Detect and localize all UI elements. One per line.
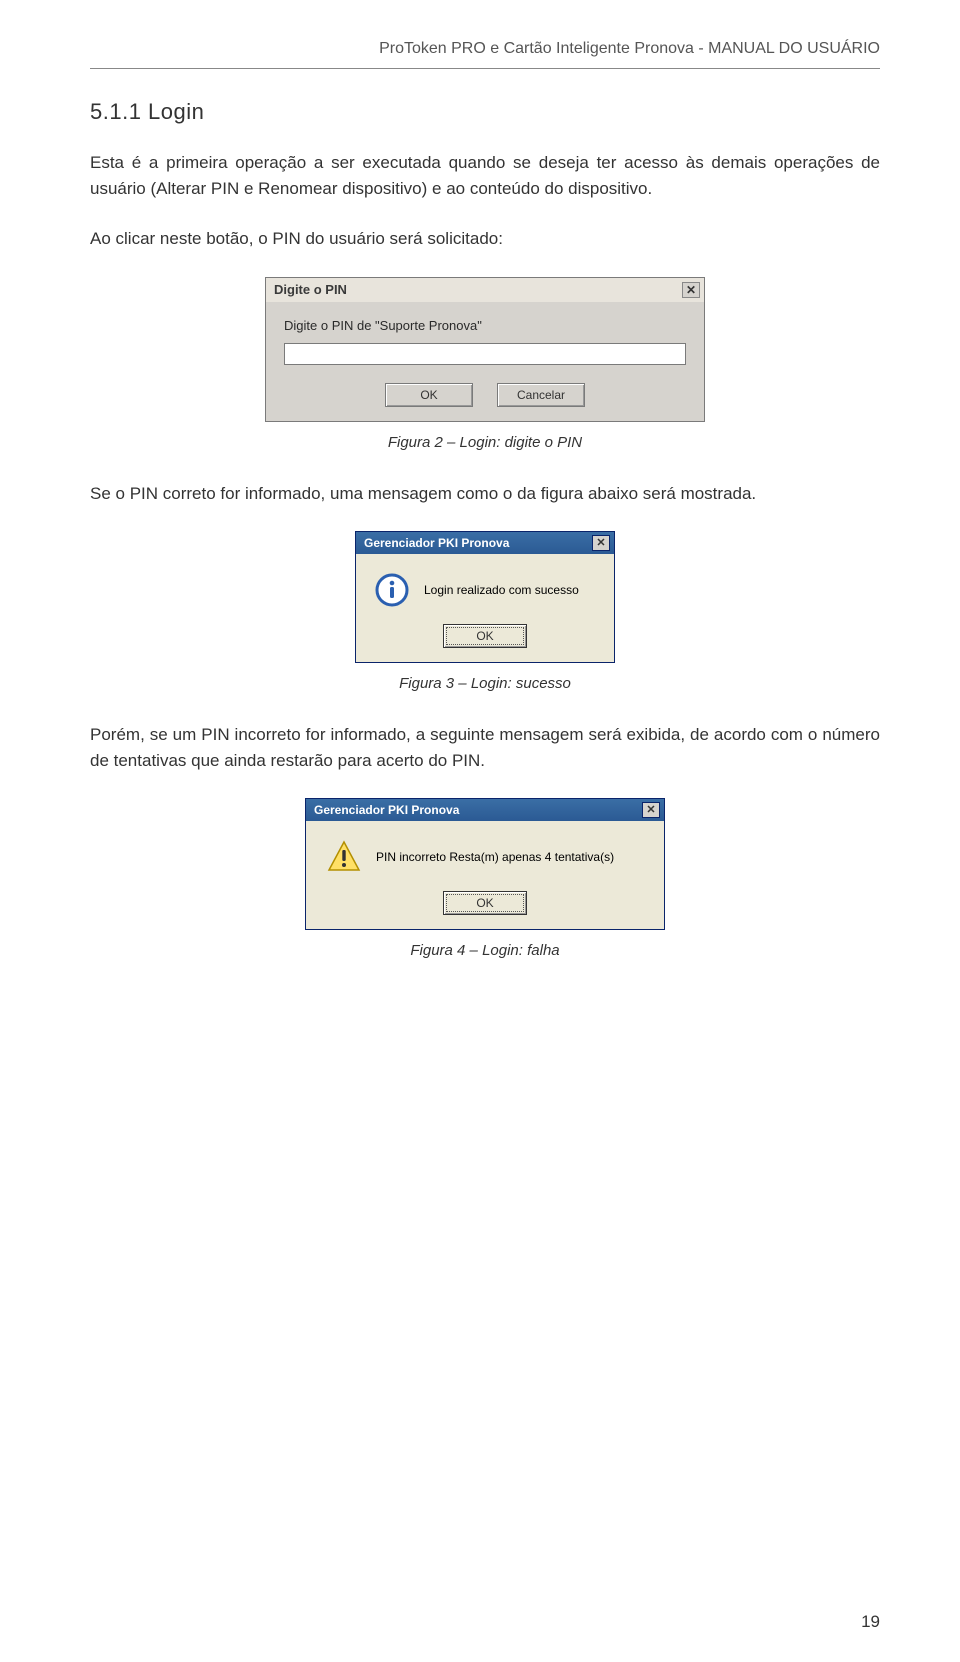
paragraph-3: Se o PIN correto for informado, uma mens… [90,481,880,507]
warning-dialog-body: PIN incorreto Resta(m) apenas 4 tentativ… [306,821,664,885]
success-dialog-title: Gerenciador PKI Pronova [364,536,509,550]
warning-icon [326,839,362,875]
figure-1-caption: Figura 2 – Login: digite o PIN [90,434,880,451]
warning-dialog: Gerenciador PKI Pronova ✕ PIN incorreto … [305,798,665,930]
ok-button[interactable]: OK [443,624,527,648]
warning-dialog-title: Gerenciador PKI Pronova [314,803,459,817]
ok-button[interactable]: OK [385,383,473,407]
figure-2-caption: Figura 3 – Login: sucesso [90,675,880,692]
success-dialog-body: Login realizado com sucesso [356,554,614,618]
page-header: ProToken PRO e Cartão Inteligente Pronov… [90,40,880,58]
success-dialog-buttons: OK [356,618,614,662]
figure-3-caption: Figura 4 – Login: falha [90,942,880,959]
pin-dialog: Digite o PIN ✕ Digite o PIN de "Suporte … [265,277,705,422]
close-icon[interactable]: ✕ [592,535,610,551]
warning-dialog-message: PIN incorreto Resta(m) apenas 4 tentativ… [376,850,614,864]
paragraph-2: Ao clicar neste botão, o PIN do usuário … [90,226,880,252]
header-divider [90,68,880,69]
info-icon [374,572,410,608]
pin-dialog-titlebar: Digite o PIN ✕ [266,278,704,302]
pin-input[interactable] [284,343,686,365]
cancel-button[interactable]: Cancelar [497,383,585,407]
pin-dialog-title: Digite o PIN [274,282,347,297]
pin-dialog-label: Digite o PIN de "Suporte Pronova" [284,318,686,333]
page-number: 19 [861,1612,880,1632]
pin-dialog-body: Digite o PIN de "Suporte Pronova" OK Can… [266,302,704,421]
warning-dialog-titlebar: Gerenciador PKI Pronova ✕ [306,799,664,821]
close-icon[interactable]: ✕ [682,282,700,298]
warning-dialog-buttons: OK [306,885,664,929]
pin-dialog-buttons: OK Cancelar [284,383,686,407]
figure-3-wrapper: Gerenciador PKI Pronova ✕ PIN incorreto … [90,798,880,930]
figure-2-wrapper: Gerenciador PKI Pronova ✕ Login realizad… [90,531,880,663]
section-heading: 5.1.1 Login [90,99,880,125]
figure-1-wrapper: Digite o PIN ✕ Digite o PIN de "Suporte … [90,277,880,422]
paragraph-1: Esta é a primeira operação a ser executa… [90,150,880,201]
close-icon[interactable]: ✕ [642,802,660,818]
paragraph-4: Porém, se um PIN incorreto for informado… [90,722,880,773]
ok-button[interactable]: OK [443,891,527,915]
success-dialog-message: Login realizado com sucesso [424,583,579,597]
success-dialog: Gerenciador PKI Pronova ✕ Login realizad… [355,531,615,663]
success-dialog-titlebar: Gerenciador PKI Pronova ✕ [356,532,614,554]
